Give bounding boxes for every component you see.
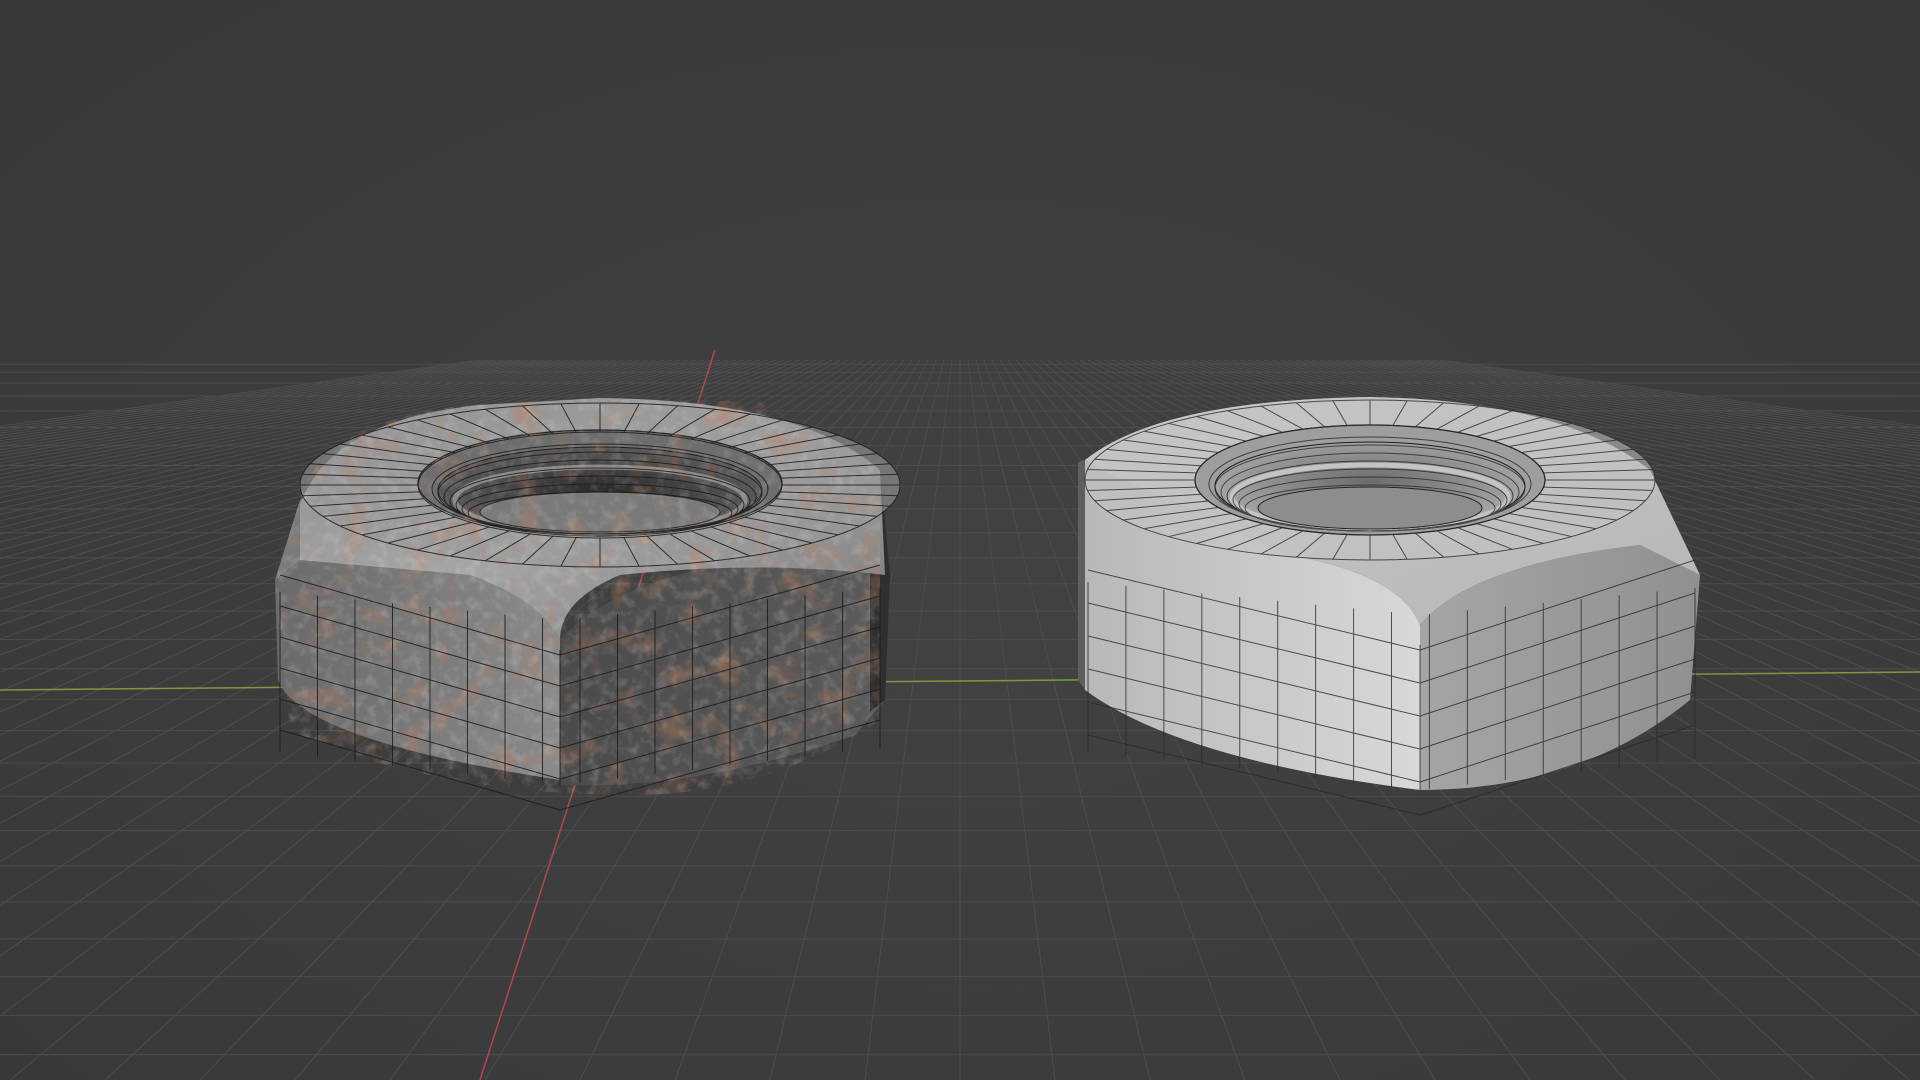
viewport-canvas[interactable]: [0, 0, 1920, 1080]
nut-right-face-left-edge: [1078, 460, 1085, 690]
3d-viewport[interactable]: [0, 0, 1920, 1080]
hex-nut-solid[interactable]: [1078, 397, 1700, 816]
nut-right-hole-thread-3: [1257, 486, 1483, 530]
grid-line: [967, 359, 1056, 1080]
hex-nut-textured[interactable]: [260, 390, 901, 811]
